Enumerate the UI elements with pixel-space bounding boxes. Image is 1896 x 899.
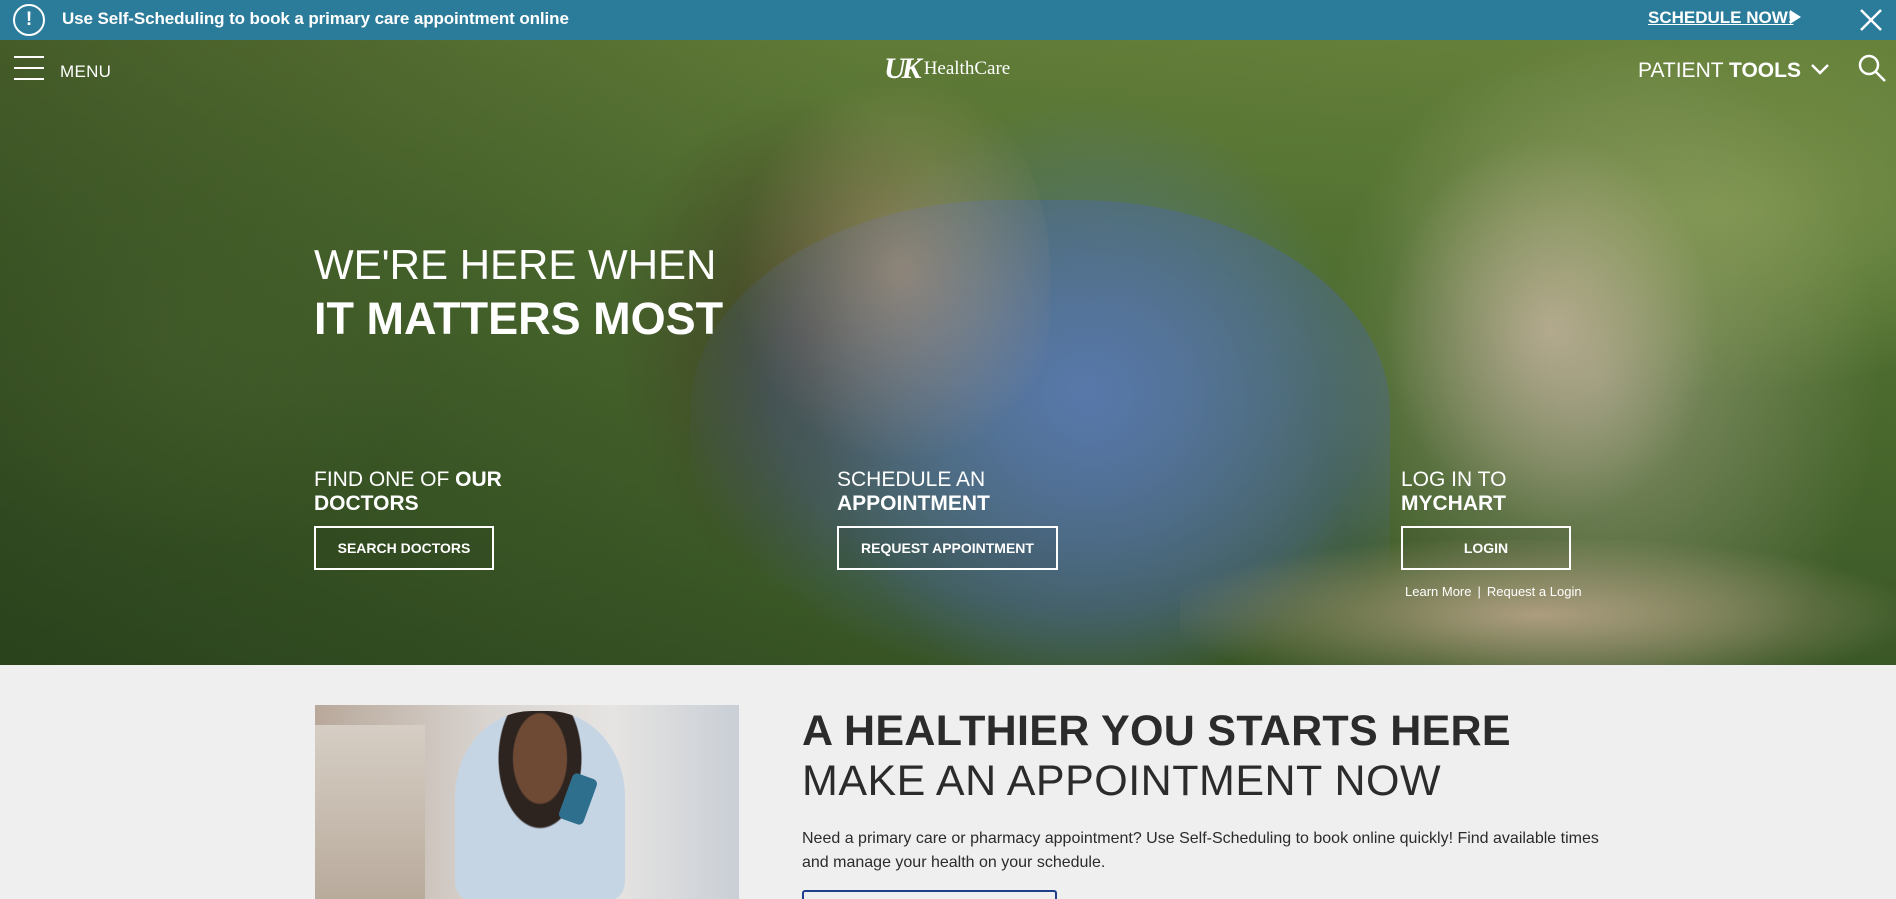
chevron-down-icon[interactable] [1810, 62, 1830, 76]
alert-text: Use Self-Scheduling to book a primary ca… [62, 9, 569, 28]
mychart-links: Learn More | Request a Login [1405, 584, 1582, 599]
promo-subheading: MAKE AN APPOINTMENT NOW [802, 757, 1442, 805]
menu-label[interactable]: MENU [60, 62, 111, 82]
promo-body-text: Need a primary care or pharmacy appointm… [802, 830, 1599, 871]
hero-heading-line2: IT MATTERS MOST [314, 293, 724, 344]
schedule-now-link[interactable]: SCHEDULE NOW! [1648, 8, 1793, 28]
request-appointment-button[interactable]: REQUEST APPOINTMENT [837, 526, 1058, 570]
search-icon[interactable] [1857, 53, 1887, 83]
close-icon[interactable] [1855, 4, 1887, 36]
mychart-title: LOG IN TO MYCHART [1401, 468, 1507, 515]
patient-tools-menu[interactable]: PATIENT TOOLS [1638, 59, 1801, 83]
promo-photo [315, 705, 739, 899]
request-login-link[interactable]: Request a Login [1487, 584, 1582, 599]
uk-healthcare-logo[interactable]: UK HealthCare [884, 52, 1010, 86]
play-arrow-icon [1790, 10, 1801, 24]
hero-image [0, 40, 1896, 665]
find-doctor-title: FIND ONE OF OUR DOCTORS [314, 468, 502, 515]
promo-heading: A HEALTHIER YOU STARTS HERE [802, 707, 1511, 755]
login-button[interactable]: LOGIN [1401, 526, 1571, 570]
alert-banner: ! Use Self-Scheduling to book a primary … [0, 0, 1896, 40]
schedule-appointment-title: SCHEDULE AN APPOINTMENT [837, 468, 990, 515]
hero-heading-line1: WE'RE HERE WHEN [314, 241, 717, 288]
exclamation-circle-icon: ! [13, 4, 45, 36]
logo-text: HealthCare [923, 58, 1011, 79]
logo-mark: UK [884, 52, 922, 85]
search-doctors-button[interactable]: SEARCH DOCTORS [314, 526, 494, 570]
learn-more-link[interactable]: Learn More [1405, 584, 1471, 599]
promo-cta-button[interactable] [802, 890, 1057, 899]
